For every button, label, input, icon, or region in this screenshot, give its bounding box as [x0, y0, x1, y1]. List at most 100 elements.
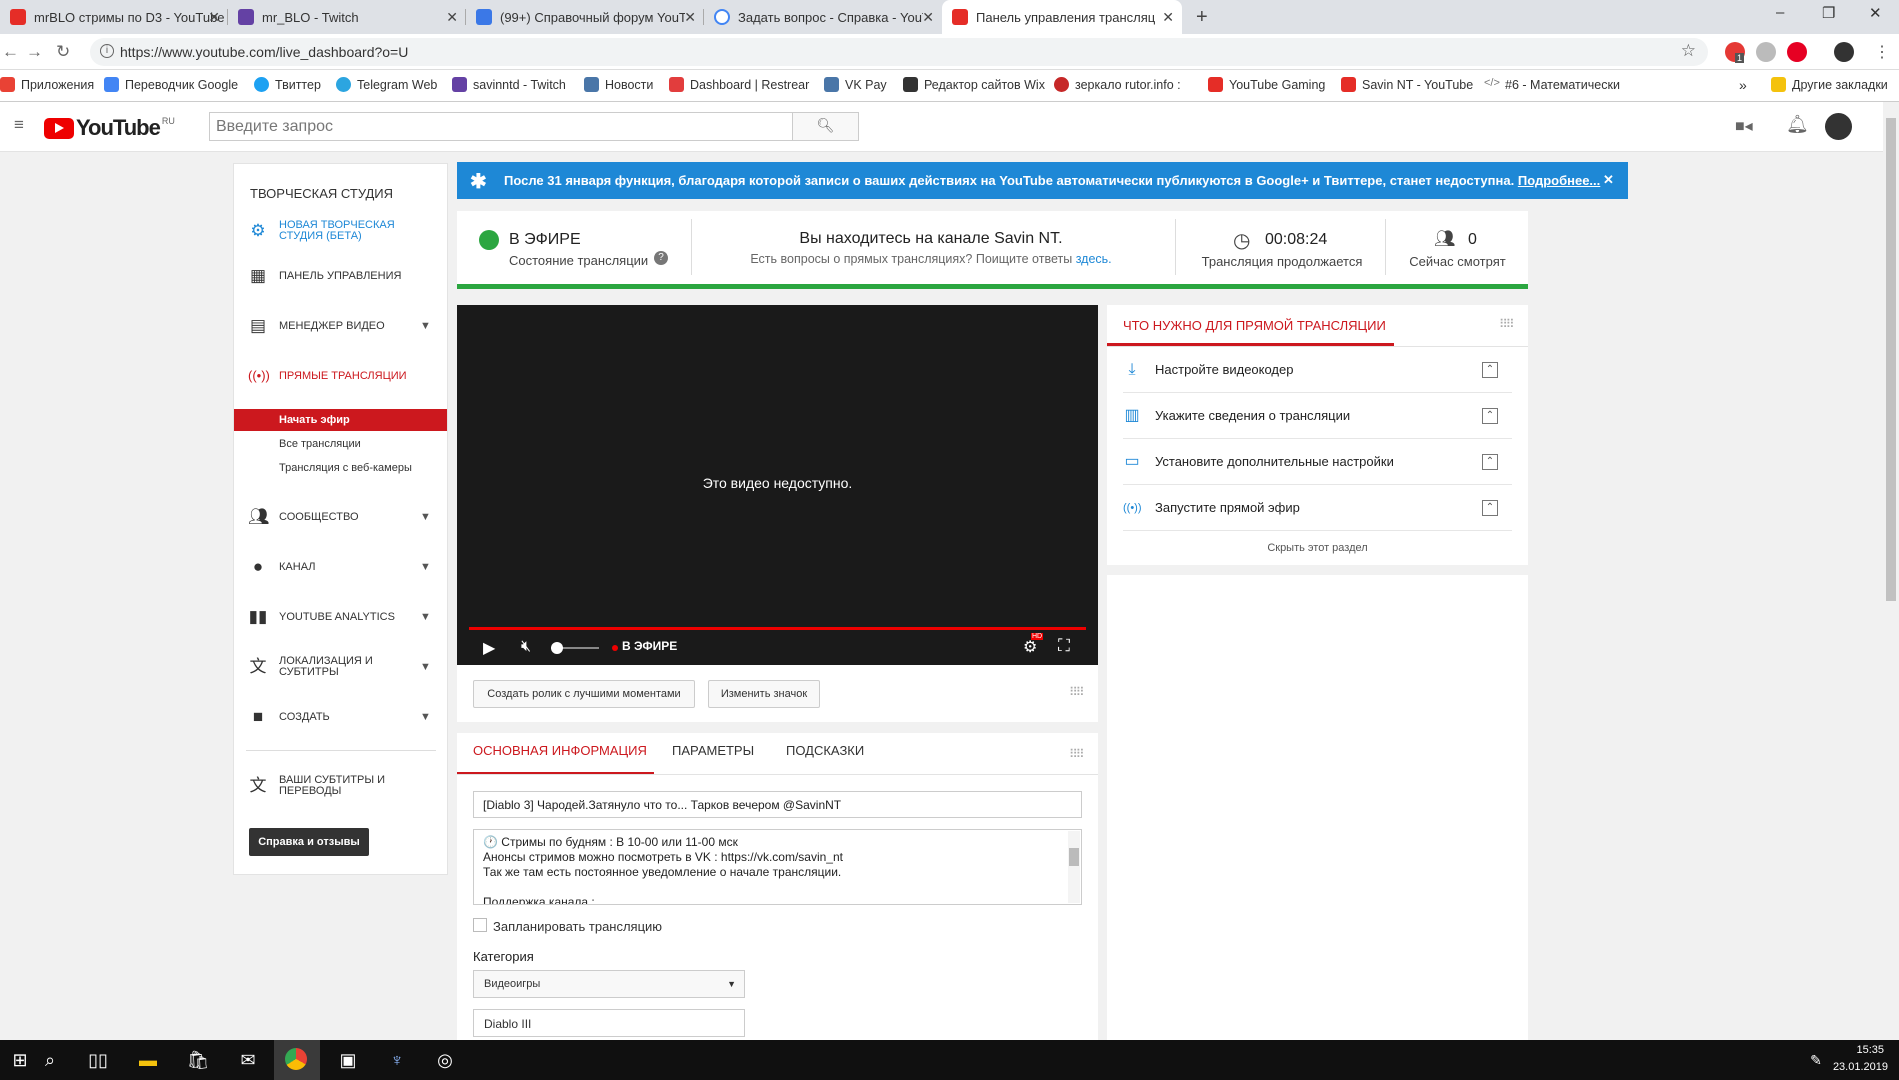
close-icon[interactable]: ✕ [446, 9, 458, 26]
forward-icon[interactable]: → [26, 42, 43, 62]
drag-handle-icon[interactable]: ⠿⠿ [1499, 317, 1515, 331]
bookmark-item[interactable]: </> #6 - Математически [1484, 77, 1620, 92]
sidebar-item-analytics[interactable]: ▮▮ YOUTUBE ANALYTICS ▼ [234, 602, 449, 632]
extension-icon[interactable] [1756, 42, 1776, 62]
account-avatar[interactable] [1825, 113, 1852, 140]
banner-more-link[interactable]: Подробнее... [1518, 173, 1600, 188]
back-icon[interactable]: ← [2, 42, 19, 62]
sidebar-item-community[interactable]: 👥︎ СООБЩЕСТВО ▼ [234, 502, 449, 532]
file-explorer-icon[interactable]: ▬ [136, 1048, 160, 1072]
menu-dots-icon[interactable]: ⋮ [1874, 42, 1890, 62]
expand-icon[interactable]: ⌃ [1482, 453, 1498, 470]
help-feedback-button[interactable]: Справка и отзывы [249, 828, 369, 856]
checklist-item-settings[interactable]: ▭ Установите дополнительные настройки ⌃ [1123, 439, 1512, 485]
search-button[interactable]: 🔍︎ [792, 112, 859, 141]
help-here-link[interactable]: здесь. [1076, 252, 1112, 266]
help-icon[interactable]: ? [654, 251, 668, 265]
hide-section-link[interactable]: Скрыть этот раздел [1107, 542, 1528, 554]
close-icon[interactable]: ✕ [208, 9, 220, 26]
checklist-item-start[interactable]: ((•)) Запустите прямой эфир ⌃ [1123, 485, 1512, 531]
sidebar-item-live[interactable]: ((•)) ПРЯМЫЕ ТРАНСЛЯЦИИ [234, 361, 449, 391]
sidebar-sub-item-start[interactable]: Начать эфир [234, 409, 447, 431]
game-input[interactable]: Diablo III [473, 1009, 745, 1037]
clock-time[interactable]: 15:35 [1836, 1044, 1884, 1056]
close-icon[interactable]: ✕ [922, 9, 934, 26]
checklist-item-encoder[interactable]: ⤓ Настройте видеокодер ⌃ [1123, 347, 1512, 393]
bookmark-item[interactable]: Новости [584, 77, 653, 92]
textarea-scrollbar[interactable] [1068, 831, 1080, 903]
close-icon[interactable]: ✕ [1603, 172, 1614, 188]
search-icon[interactable]: ⌕ [38, 1048, 62, 1072]
textarea-scroll-thumb[interactable] [1069, 848, 1079, 866]
create-highlights-button[interactable]: Создать ролик с лучшими моментами [473, 680, 695, 708]
category-select[interactable]: Видеоигры ▼ [473, 970, 745, 998]
browser-tab[interactable]: mr_BLO - Twitch ✕ [228, 0, 466, 34]
volume-knob[interactable] [551, 642, 563, 654]
bookmark-item[interactable]: зеркало rutor.info : [1054, 77, 1181, 92]
upload-video-icon[interactable]: ■◂ [1735, 116, 1753, 136]
bookmark-item[interactable]: VK Pay [824, 77, 887, 92]
settings-icon[interactable]: ⚙ [1023, 637, 1037, 657]
close-window-button[interactable]: ✕ [1869, 4, 1882, 22]
bookmark-item[interactable]: Savin NT - YouTube [1341, 77, 1473, 92]
play-icon[interactable]: ▶ [483, 638, 495, 658]
task-view-icon[interactable]: ▯▯ [86, 1048, 110, 1072]
sidebar-item-your-subtitles[interactable]: 文 ВАШИ СУБТИТРЫ И ПЕРЕВОДЫ [234, 771, 449, 801]
minimize-button[interactable]: – [1776, 4, 1784, 21]
sidebar-item-localization[interactable]: 文 ЛОКАЛИЗАЦИЯ И СУБТИТРЫ ▼ [234, 652, 449, 682]
fullscreen-icon[interactable]: ⛶ [1058, 636, 1070, 656]
windows-start-icon[interactable]: ⊞ [8, 1048, 32, 1072]
live-badge[interactable]: В ЭФИРЕ [622, 639, 677, 653]
tab-basic-info[interactable]: ОСНОВНАЯ ИНФОРМАЦИЯ [473, 743, 647, 758]
title-input[interactable]: [Diablo 3] Чародей.Затянуло что то... Та… [473, 791, 1082, 818]
bell-icon[interactable]: 🔔︎ [1786, 114, 1809, 135]
description-textarea[interactable]: 🕐 Стримы по будням : В 10-00 или 11-00 м… [473, 829, 1082, 905]
browser-tab[interactable]: Задать вопрос - Справка - YouT ✕ [704, 0, 942, 34]
bookmark-item[interactable]: Приложения [0, 77, 94, 92]
bookmark-item[interactable]: Редактор сайтов Wix [903, 77, 1045, 92]
bookmark-item[interactable]: YouTube Gaming [1208, 77, 1325, 92]
app-icon[interactable]: ▣ [336, 1048, 360, 1072]
obs-icon[interactable]: ◎ [433, 1048, 457, 1072]
tab-tips[interactable]: ПОДСКАЗКИ [786, 743, 864, 758]
pen-icon[interactable]: ✎ [1804, 1048, 1828, 1072]
sidebar-item-video-manager[interactable]: ▤ МЕНЕДЖЕР ВИДЕО ▼ [234, 311, 449, 341]
new-tab-button[interactable]: + [1196, 6, 1208, 29]
sidebar-item-create[interactable]: ■ СОЗДАТЬ ▼ [234, 702, 449, 732]
tab-parameters[interactable]: ПАРАМЕТРЫ [672, 743, 754, 758]
bookmark-item[interactable]: Telegram Web [336, 77, 437, 92]
bookmark-item[interactable]: Переводчик Google [104, 77, 238, 92]
browser-tab[interactable]: mrBLO стримы по D3 - YouTube ✕ [0, 0, 228, 34]
checklist-item-info[interactable]: ▥ Укажите сведения о трансляции ⌃ [1123, 393, 1512, 439]
mute-icon[interactable]: 🔇︎ [521, 638, 531, 656]
bookmark-item[interactable]: Твиттер [254, 77, 321, 92]
mail-icon[interactable]: ✉ [236, 1048, 260, 1072]
youtube-logo[interactable]: YouTube RU [44, 115, 175, 141]
sidebar-item-new-studio[interactable]: ⚙ НОВАЯ ТВОРЧЕСКАЯ СТУДИЯ (БЕТА) [234, 216, 449, 246]
scrollbar-thumb[interactable] [1886, 118, 1896, 601]
change-thumbnail-button[interactable]: Изменить значок [708, 680, 820, 708]
menu-icon[interactable]: ≡ [14, 115, 24, 135]
chrome-icon[interactable] [285, 1048, 307, 1070]
game-icon[interactable]: ♆ [385, 1048, 409, 1072]
close-icon[interactable]: ✕ [684, 9, 696, 26]
browser-tab[interactable]: (99+) Справочный форум YouT ✕ [466, 0, 704, 34]
bookmark-item[interactable]: savinntd - Twitch [452, 77, 566, 92]
close-icon[interactable]: ✕ [1162, 9, 1174, 26]
profile-avatar[interactable] [1834, 42, 1854, 62]
drag-handle-icon[interactable]: ⠿⠿ [1069, 685, 1085, 699]
expand-icon[interactable]: ⌃ [1482, 407, 1498, 424]
expand-icon[interactable]: ⌃ [1482, 361, 1498, 378]
schedule-checkbox[interactable] [473, 918, 487, 932]
store-icon[interactable]: 🛍︎ [186, 1048, 210, 1072]
clock-date[interactable]: 23.01.2019 [1832, 1061, 1888, 1073]
bookmarks-overflow-button[interactable]: » [1739, 77, 1747, 93]
progress-bar[interactable] [469, 627, 1086, 630]
pinterest-icon[interactable] [1787, 42, 1807, 62]
other-bookmarks[interactable]: Другие закладки [1771, 77, 1888, 92]
expand-icon[interactable]: ⌃ [1482, 499, 1498, 516]
address-input[interactable]: i https://www.youtube.com/live_dashboard… [90, 38, 1708, 66]
star-icon[interactable]: ☆ [1681, 41, 1696, 61]
drag-handle-icon[interactable]: ⠿⠿ [1069, 747, 1085, 761]
info-icon[interactable]: i [100, 44, 114, 58]
